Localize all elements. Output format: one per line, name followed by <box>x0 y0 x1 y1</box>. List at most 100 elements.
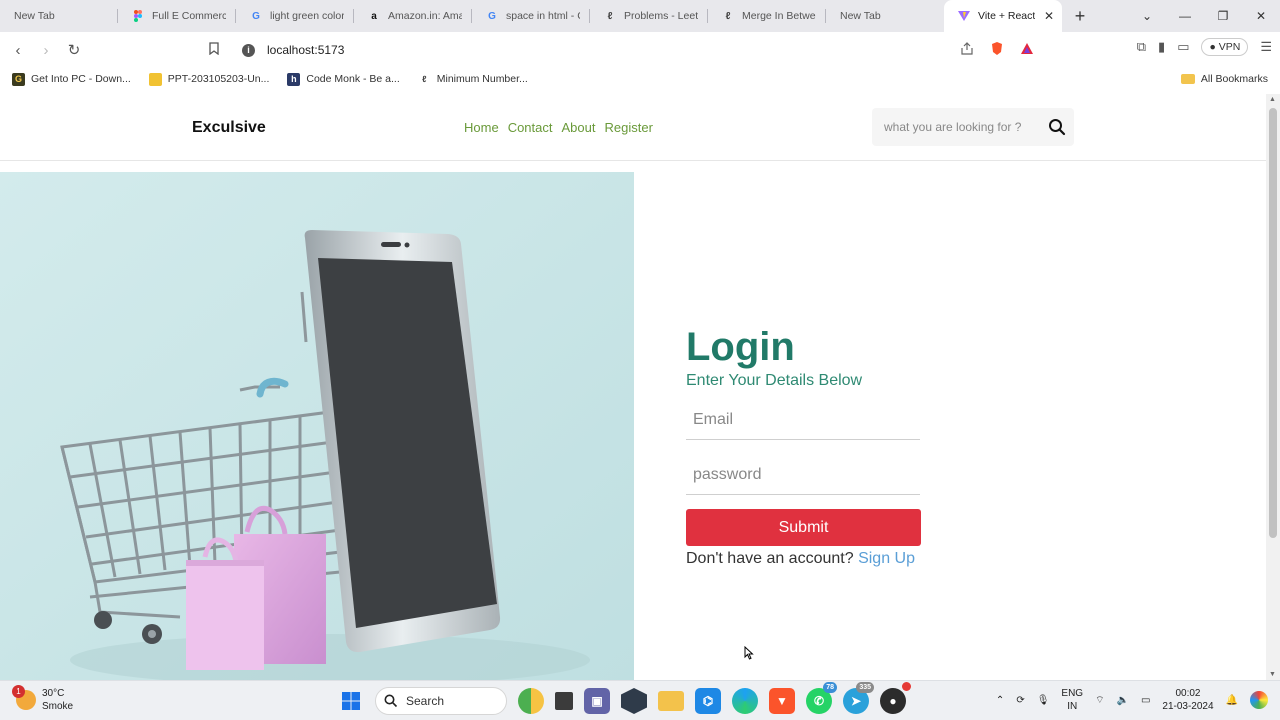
volume-icon[interactable]: 🔈 <box>1116 695 1128 706</box>
new-tab-button[interactable]: + <box>1070 6 1090 27</box>
reload-icon[interactable]: ↻ <box>60 41 88 59</box>
extensions-icon[interactable]: ⧉ <box>1137 39 1146 55</box>
password-field[interactable] <box>686 457 920 493</box>
tab-title: New Tab <box>840 10 881 22</box>
tab-title: Merge In Betwee <box>742 10 816 22</box>
notifications-icon[interactable]: 🔔 <box>1226 695 1238 706</box>
scrollbar-thumb[interactable] <box>1269 108 1277 538</box>
wallet-icon[interactable]: ▭ <box>1177 39 1189 55</box>
app-hex-icon[interactable] <box>621 688 647 714</box>
tab-leetcode-merge[interactable]: ℓ Merge In Betwee <box>708 0 826 32</box>
menu-icon[interactable]: ☰ <box>1260 39 1272 55</box>
email-field-wrapper <box>686 402 920 440</box>
windows-start-icon[interactable] <box>338 688 364 714</box>
weather-widget[interactable]: 1 30°C Smoke <box>12 685 73 713</box>
back-icon[interactable]: ‹ <box>4 42 32 59</box>
nav-about[interactable]: About <box>562 120 596 135</box>
login-title: Login <box>686 325 795 369</box>
browser-toolbar-right: ⧉ ▮ ▭ ● VPN ☰ <box>1137 38 1272 56</box>
clock[interactable]: 00:02 21-03-2024 <box>1162 687 1213 713</box>
telegram-icon[interactable]: ➤ 335 <box>843 682 874 714</box>
hackerearth-icon: h <box>287 72 301 86</box>
davinci-icon[interactable]: ● <box>880 682 911 714</box>
bookmark-label: PPT-203105203-Un... <box>167 73 270 85</box>
language-indicator[interactable]: ENG IN <box>1061 687 1083 713</box>
microphone-icon[interactable]: 🎙 <box>1037 695 1050 706</box>
bookmark-label: Minimum Number... <box>436 73 528 85</box>
scroll-up-icon[interactable]: ▲ <box>1269 96 1276 103</box>
tab-leetcode-problems[interactable]: ℓ Problems - LeetC <box>590 0 708 32</box>
submit-button[interactable]: Submit <box>686 509 921 546</box>
all-bookmarks[interactable]: All Bookmarks <box>1180 73 1268 85</box>
minimize-icon[interactable]: — <box>1166 9 1204 23</box>
tab-google-color[interactable]: G light green color <box>236 0 354 32</box>
sign-up-link[interactable]: Sign Up <box>858 550 915 567</box>
bookmark-label: Code Monk - Be a... <box>306 73 400 85</box>
tab-title: Full E Commerce <box>152 10 226 22</box>
nav-home[interactable]: Home <box>464 120 499 135</box>
close-window-icon[interactable]: ✕ <box>1242 9 1280 23</box>
maximize-icon[interactable]: ❐ <box>1204 9 1242 23</box>
tab-new-tab-1[interactable]: New Tab <box>0 0 118 32</box>
close-tab-icon[interactable]: ✕ <box>1044 9 1054 23</box>
nav-register[interactable]: Register <box>604 120 652 135</box>
nav-contact[interactable]: Contact <box>508 120 553 135</box>
login-subtitle: Enter Your Details Below <box>686 372 863 389</box>
url-field[interactable]: i localhost:5173 <box>232 36 1044 64</box>
brave-icon[interactable]: ▼ <box>769 688 795 714</box>
widgets-icon[interactable] <box>518 688 544 714</box>
vite-icon <box>958 10 970 22</box>
whatsapp-icon[interactable]: ✆ 78 <box>806 682 837 714</box>
sync-icon[interactable]: ⟳ <box>1016 695 1024 706</box>
sidebar-icon[interactable]: ▮ <box>1158 39 1165 55</box>
bookmark-page-icon[interactable] <box>200 41 228 59</box>
share-icon[interactable] <box>960 42 974 60</box>
tab-vite-react[interactable]: Vite + React ✕ <box>944 0 1062 32</box>
weather-icon: 1 <box>12 685 36 710</box>
search-input[interactable] <box>884 120 1048 134</box>
forward-icon[interactable]: › <box>32 42 60 59</box>
tab-title: Problems - LeetC <box>624 10 698 22</box>
tab-title: light green color <box>270 10 344 22</box>
desktop-app-icon[interactable] <box>555 692 573 710</box>
tab-new-tab-2[interactable]: New Tab <box>826 0 944 32</box>
teams-icon[interactable]: ▣ <box>584 688 610 714</box>
bookmark-label: Get Into PC - Down... <box>31 73 131 85</box>
search-icon[interactable] <box>1048 118 1066 141</box>
leetcode-icon: ℓ <box>422 73 427 84</box>
bookmark-ppt[interactable]: PPT-203105203-Un... <box>148 72 270 86</box>
vpn-button[interactable]: ● VPN <box>1201 38 1249 56</box>
file-explorer-icon[interactable] <box>658 691 684 711</box>
page-scrollbar[interactable]: ▲ ▼ <box>1266 94 1280 680</box>
signup-prompt: Don't have an account? <box>686 550 854 567</box>
search-icon <box>384 694 398 708</box>
battery-icon[interactable]: ▭ <box>1141 695 1150 706</box>
notification-dot <box>902 682 911 691</box>
scroll-down-icon[interactable]: ▼ <box>1269 671 1276 678</box>
leetcode-icon: ℓ <box>725 10 731 22</box>
tab-figma[interactable]: Full E Commerce <box>118 0 236 32</box>
getintopc-icon: G <box>12 72 25 86</box>
mouse-cursor-icon <box>744 645 754 665</box>
tab-search-dropdown-icon[interactable]: ⌄ <box>1128 9 1166 23</box>
bookmark-codemonk[interactable]: h Code Monk - Be a... <box>287 72 400 86</box>
lang-bottom: IN <box>1067 701 1078 712</box>
slides-icon <box>148 72 162 86</box>
vscode-icon[interactable]: ⌬ <box>695 688 721 714</box>
tray-overflow-icon[interactable]: ⌃ <box>996 695 1004 706</box>
site-info-icon[interactable]: i <box>242 43 255 57</box>
bookmark-minimum-number[interactable]: ℓ Minimum Number... <box>418 73 528 86</box>
copilot-icon[interactable] <box>1250 691 1268 709</box>
hero-image <box>0 172 634 680</box>
taskbar-search[interactable]: Search <box>375 687 507 715</box>
site-logo[interactable]: Exculsive <box>192 119 266 137</box>
brave-shield-icon[interactable] <box>990 41 1004 61</box>
bookmark-getintopc[interactable]: G Get Into PC - Down... <box>12 72 131 86</box>
tab-amazon[interactable]: a Amazon.in: Amaz <box>354 0 472 32</box>
edge-icon[interactable] <box>732 688 758 714</box>
wifi-icon[interactable]: ⌔ <box>1095 694 1104 707</box>
tab-google-space[interactable]: G space in html - G <box>472 0 590 32</box>
all-bookmarks-label: All Bookmarks <box>1200 73 1268 85</box>
email-field[interactable] <box>686 402 920 438</box>
brave-rewards-icon[interactable] <box>1020 42 1034 60</box>
